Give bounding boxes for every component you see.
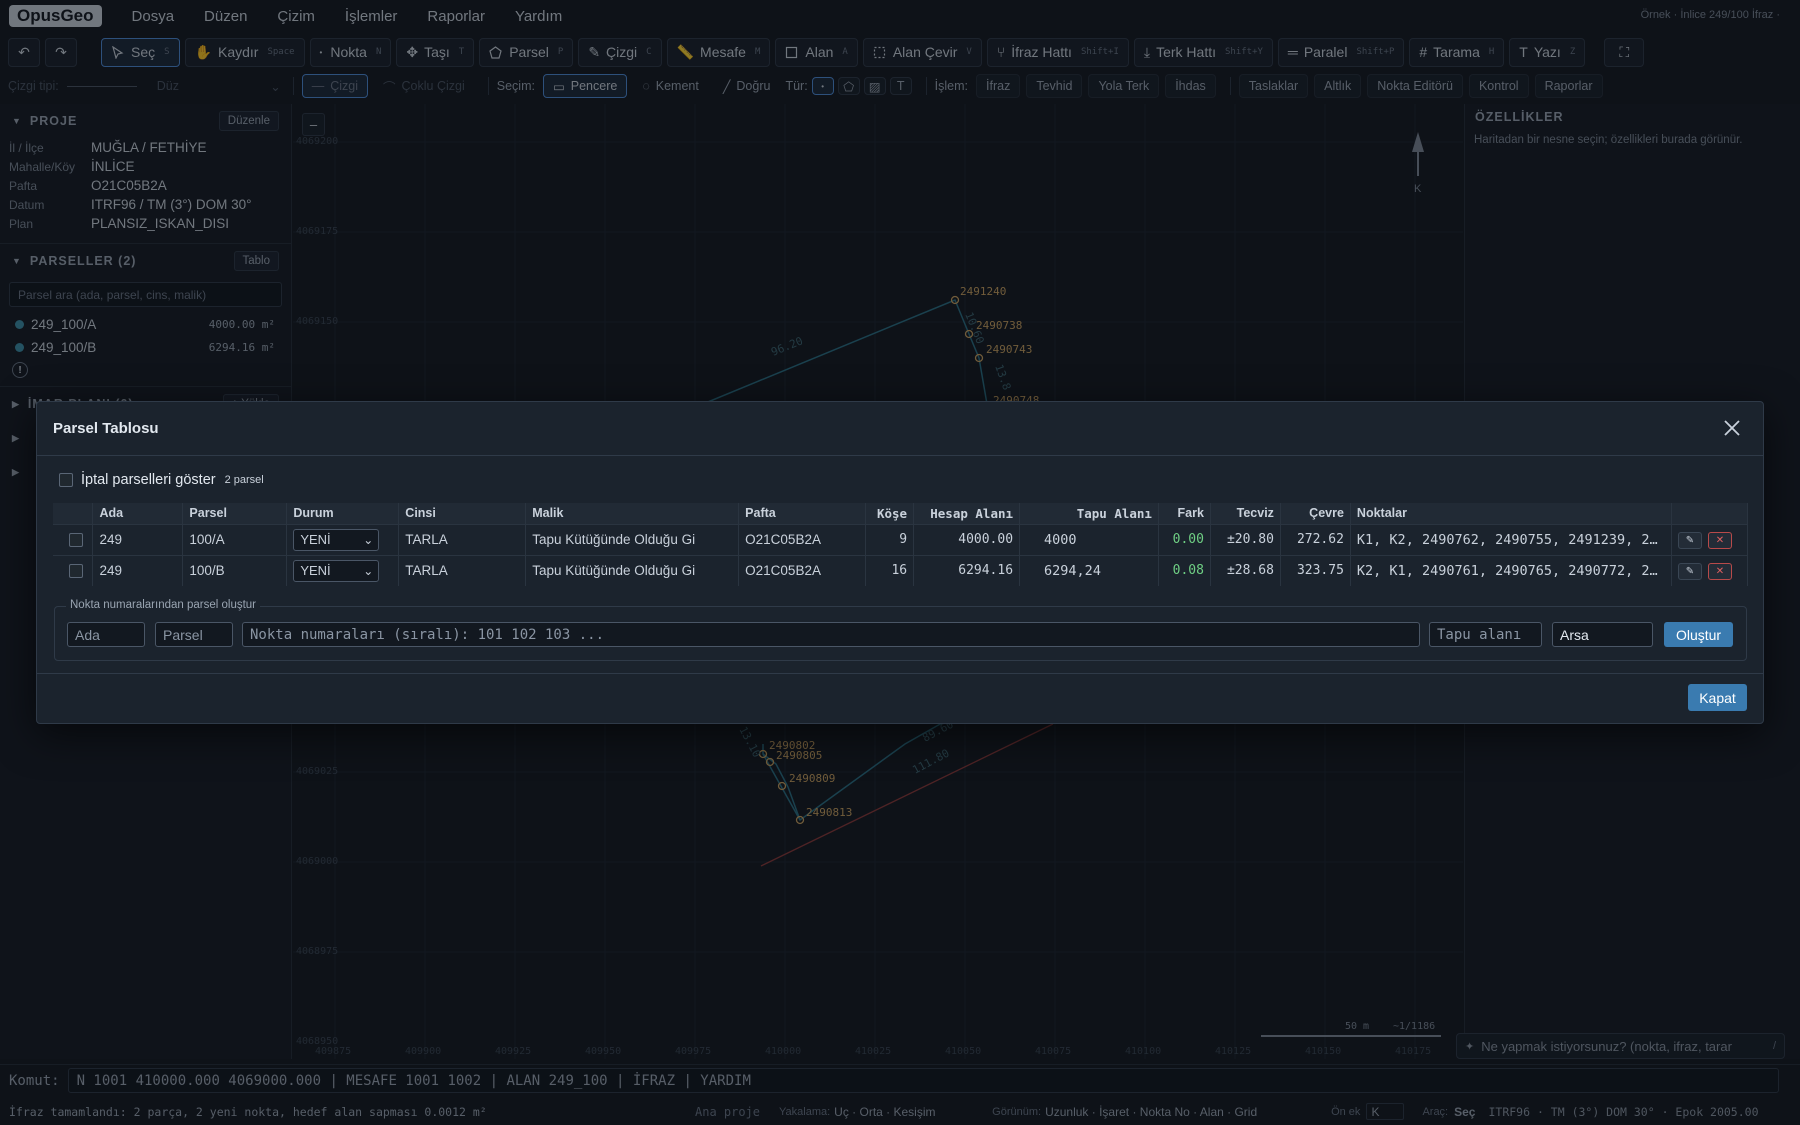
create-parcel-legend: Nokta numaralarından parsel oluştur (66, 599, 261, 611)
cins-input[interactable]: Arsa (1552, 622, 1653, 647)
olustur-button[interactable]: Oluştur (1664, 622, 1733, 647)
dialog-header: Parsel Tablosu (37, 402, 1763, 456)
table-row[interactable]: 249 100/A YENİ ⌄ TARLA Tapu Kütüğünde Old… (53, 523, 1749, 555)
cell-cinsi: TARLA (398, 554, 527, 586)
table-header-row: Ada Parsel Durum Cinsi Malik Pafta Köşe … (53, 503, 1749, 524)
col-durum[interactable]: Durum (286, 503, 400, 524)
row-actions: ✎ ✕ (1671, 523, 1749, 555)
cell-malik: Tapu Kütüğünde Olduğu Gi (525, 523, 740, 555)
col-cinsi[interactable]: Cinsi (398, 503, 527, 524)
col-kose[interactable]: Köşe (865, 503, 915, 524)
dialog-title: Parsel Tablosu (53, 420, 159, 437)
tapu-alani-input[interactable]: Tapu alanı (1429, 622, 1542, 647)
col-select (53, 503, 94, 524)
col-malik[interactable]: Malik (525, 503, 740, 524)
col-parsel[interactable]: Parsel (182, 503, 288, 524)
cell-pafta: O21C05B2A (738, 554, 867, 586)
noktalar-input[interactable]: Nokta numaraları (sıralı): 101 102 103 .… (242, 622, 1420, 647)
dialog-footer: Kapat (37, 673, 1763, 723)
cell-cevre: 272.62 (1280, 523, 1351, 555)
cell-durum: YENİ ⌄ (286, 523, 400, 555)
col-tecviz[interactable]: Tecviz (1210, 503, 1281, 524)
col-cevre[interactable]: Çevre (1280, 503, 1351, 524)
col-pafta[interactable]: Pafta (738, 503, 867, 524)
delete-icon[interactable]: ✕ (1707, 531, 1732, 549)
cell-durum: YENİ ⌄ (286, 554, 400, 586)
col-hesap-alani[interactable]: Hesap Alanı (913, 503, 1021, 524)
cell-fark: 0.08 (1158, 554, 1211, 586)
show-cancelled-row: İptal parselleri göster 2 parsel (59, 472, 264, 488)
cell-parsel: 100/A (182, 523, 288, 555)
create-parcel-fieldset: Nokta numaralarından parsel oluştur Ada … (54, 599, 1747, 661)
cell-tapu: 6294,24 (1019, 554, 1159, 586)
close-icon[interactable] (1723, 419, 1741, 437)
edit-icon[interactable]: ✎ (1677, 562, 1702, 580)
show-cancelled-label: İptal parselleri göster (81, 472, 216, 488)
cell-fark: 0.00 (1158, 523, 1211, 555)
row-checkbox[interactable] (69, 563, 83, 578)
parsel-input[interactable]: Parsel (155, 622, 233, 647)
cell-kose: 9 (865, 523, 915, 555)
cell-noktalar: K2, K1, 2490761, 2490765, 2490772, 2… (1350, 554, 1672, 586)
cell-parsel: 100/B (182, 554, 288, 586)
col-actions (1671, 503, 1749, 524)
row-select-cell (53, 554, 94, 586)
cell-noktalar: K1, K2, 2490762, 2490755, 2491239, 2… (1350, 523, 1672, 555)
table-row[interactable]: 249 100/B YENİ ⌄ TARLA Tapu Kütüğünde Old… (53, 554, 1749, 586)
row-checkbox[interactable] (69, 532, 83, 547)
cell-ada: 249 (92, 554, 184, 586)
kapat-button[interactable]: Kapat (1688, 684, 1747, 711)
col-noktalar[interactable]: Noktalar (1350, 503, 1672, 524)
delete-icon[interactable]: ✕ (1707, 562, 1732, 580)
cell-ada: 249 (92, 523, 184, 555)
row-actions: ✎ ✕ (1671, 554, 1749, 586)
col-ada[interactable]: Ada (92, 503, 184, 524)
chevron-down-icon: ⌄ (363, 532, 374, 547)
cell-tecviz: ±20.80 (1210, 523, 1281, 555)
cell-hesap: 6294.16 (913, 554, 1021, 586)
show-cancelled-checkbox[interactable] (59, 473, 73, 487)
ada-input[interactable]: Ada (67, 622, 145, 647)
cell-malik: Tapu Kütüğünde Olduğu Gi (525, 554, 740, 586)
row-select-cell (53, 523, 94, 555)
cell-kose: 16 (865, 554, 915, 586)
cell-tecviz: ±28.68 (1210, 554, 1281, 586)
durum-select[interactable]: YENİ ⌄ (293, 528, 380, 551)
cell-tapu: 4000 (1019, 523, 1159, 555)
parcel-count-badge: 2 parsel (224, 474, 264, 486)
durum-select[interactable]: YENİ ⌄ (293, 559, 380, 582)
cell-pafta: O21C05B2A (738, 523, 867, 555)
edit-icon[interactable]: ✎ (1677, 531, 1702, 549)
select-value: YENİ (300, 563, 331, 579)
col-tapu-alani[interactable]: Tapu Alanı (1019, 503, 1159, 524)
cell-cinsi: TARLA (398, 523, 527, 555)
parcel-table: Ada Parsel Durum Cinsi Malik Pafta Köşe … (53, 503, 1749, 586)
parcel-table-dialog: Parsel Tablosu İptal parselleri göster 2… (36, 401, 1764, 724)
cell-hesap: 4000.00 (913, 523, 1021, 555)
chevron-down-icon: ⌄ (363, 563, 374, 578)
cell-cevre: 323.75 (1280, 554, 1351, 586)
col-fark[interactable]: Fark (1158, 503, 1211, 524)
select-value: YENİ (300, 532, 331, 547)
